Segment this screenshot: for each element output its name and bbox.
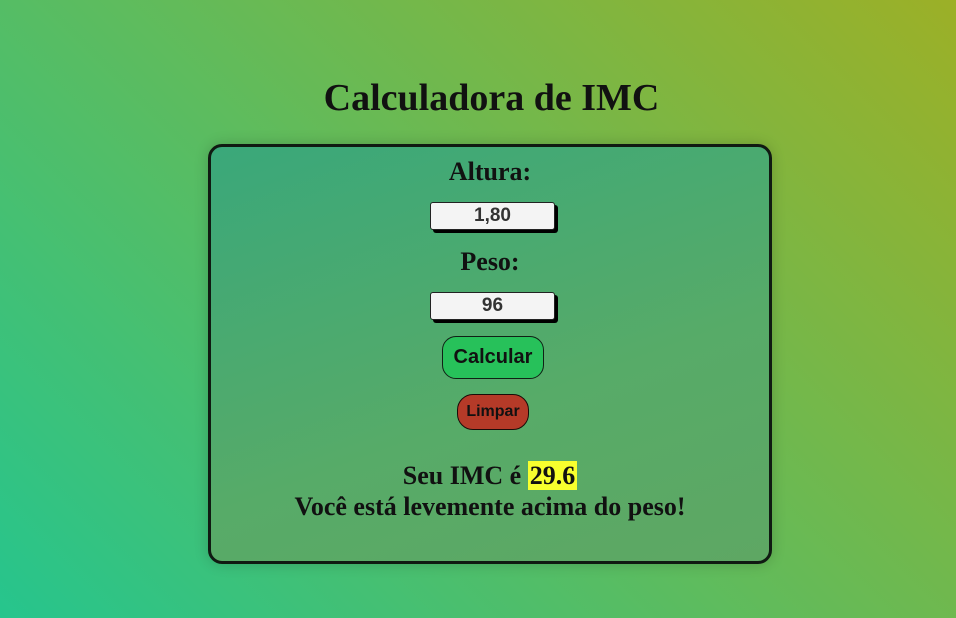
imc-result-prefix: Seu IMC é — [402, 461, 522, 490]
imc-form-card: Altura: Peso: Calcular Limpar Seu IMC é … — [208, 144, 772, 564]
page-title: Calculadora de IMC — [323, 77, 660, 119]
altura-label: Altura: — [448, 157, 532, 186]
peso-label: Peso: — [460, 247, 520, 276]
peso-input[interactable] — [430, 292, 555, 320]
limpar-button[interactable]: Limpar — [457, 394, 529, 430]
calcular-button[interactable]: Calcular — [442, 336, 544, 379]
imc-result-message: Você está levemente acima do peso! — [294, 492, 686, 521]
imc-result-line: Seu IMC é 29.6 — [208, 460, 772, 491]
result-panel: Seu IMC é 29.6 Você está levemente acima… — [208, 460, 772, 522]
altura-input[interactable] — [430, 202, 555, 230]
imc-value: 29.6 — [527, 461, 578, 490]
